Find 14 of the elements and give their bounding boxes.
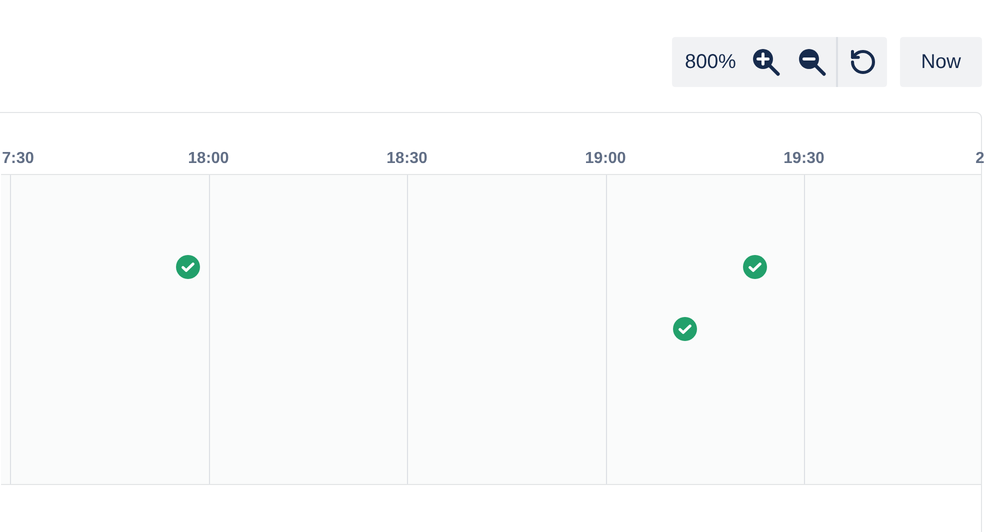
time-label: 7:30 — [2, 151, 34, 167]
time-label: 18:00 — [187, 151, 230, 167]
zoom-in-icon — [751, 47, 781, 77]
time-label: 19:30 — [782, 151, 826, 167]
time-label: 18:30 — [386, 151, 428, 167]
check-icon[interactable] — [176, 255, 200, 279]
zoom-level: 800% — [684, 50, 737, 75]
check-icon[interactable] — [743, 255, 767, 279]
now-button[interactable]: Now — [900, 37, 982, 87]
time-label: 19:00 — [584, 151, 627, 167]
check-icon[interactable] — [673, 317, 697, 341]
zoom-out-icon — [797, 47, 827, 77]
reset-icon — [848, 48, 876, 76]
time-label: 2 — [976, 151, 984, 167]
